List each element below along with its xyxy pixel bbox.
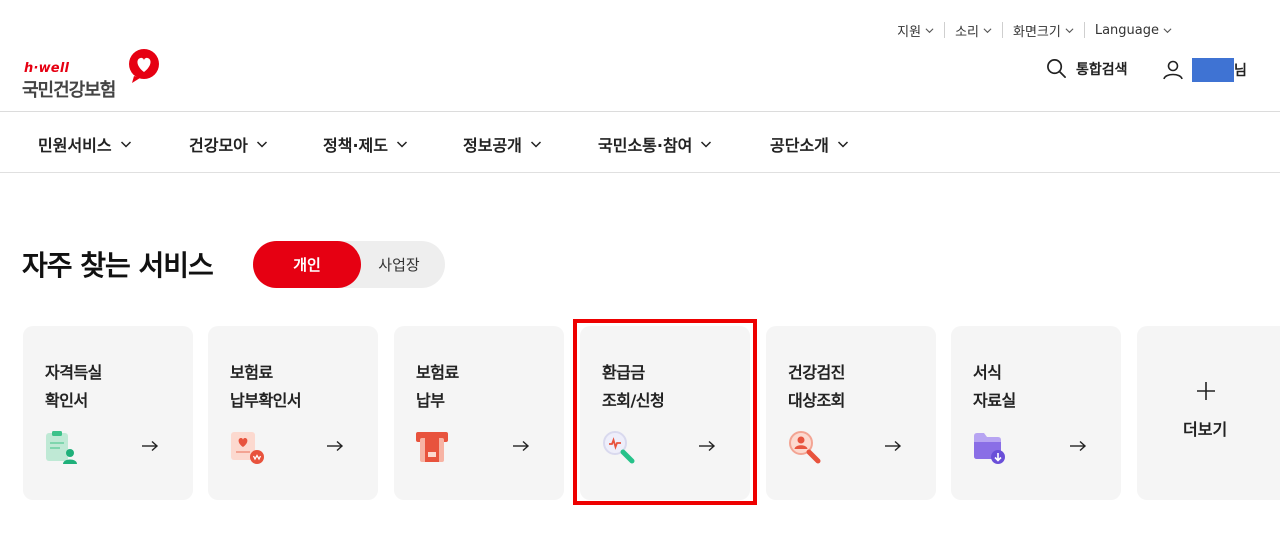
id-card-person-icon [46, 431, 77, 464]
gnb-item-health-moa[interactable]: 건강모아 [189, 132, 268, 156]
chevron-down-icon [1065, 27, 1074, 33]
service-card-qualification[interactable]: 자격득실 확인서 [23, 326, 193, 500]
chevron-down-icon [396, 141, 407, 148]
service-card-refund[interactable]: 환급금 조회/신청 [580, 326, 750, 500]
integrated-search-button[interactable]: 통합검색 [1046, 58, 1128, 79]
utility-screen-size[interactable]: 화면크기 [1002, 22, 1084, 40]
user-name-suffix: 님 [1234, 63, 1247, 79]
utility-support-label: 지원 [897, 24, 922, 40]
utility-screen-size-label: 화면크기 [1013, 24, 1061, 40]
service-card-health-checkup[interactable]: 건강검진 대상조회 [766, 326, 936, 500]
card-label-line2: 자료실 [973, 391, 1016, 410]
card-label-line1: 보험료 [230, 363, 273, 382]
card-label-line2: 조회/신청 [602, 391, 665, 410]
chevron-down-icon [530, 141, 541, 148]
gnb-item-label: 공단소개 [770, 136, 829, 155]
utility-language-label: Language [1094, 22, 1159, 38]
utility-menu: 지원 소리 화면크기 Language [887, 19, 1172, 41]
gnb-item-disclosure[interactable]: 정보공개 [463, 132, 542, 156]
arrow-right-icon [327, 440, 344, 452]
utility-support[interactable]: 지원 [887, 22, 944, 40]
gnb-item-label: 정보공개 [463, 136, 522, 155]
service-card-forms[interactable]: 서식 자료실 [951, 326, 1121, 500]
card-label-line1: 보험료 [416, 363, 459, 382]
card-label: 보험료 납부 [416, 359, 459, 415]
heart-bubble-logo-icon [129, 49, 159, 83]
logo-tagline: h·well [24, 61, 70, 76]
search-icon [1047, 59, 1066, 78]
card-label-line2: 납부 [416, 391, 445, 410]
toggle-personal[interactable]: 개인 [253, 241, 361, 288]
card-label-line1: 서식 [973, 363, 1002, 382]
user-name-redacted[interactable] [1192, 58, 1234, 82]
logo-title: 국민건강보험 [22, 80, 116, 101]
service-card-more[interactable]: 더보기 [1137, 326, 1280, 500]
user-icon[interactable] [1162, 59, 1184, 81]
service-type-toggle: 개인 사업장 [253, 241, 445, 288]
arrow-right-icon [1070, 440, 1087, 452]
arrow-right-icon [142, 440, 159, 452]
chevron-down-icon [983, 27, 992, 33]
chevron-down-icon [1163, 27, 1172, 33]
utility-language[interactable]: Language [1083, 22, 1172, 38]
gnb-item-civil-service[interactable]: 민원서비스 [38, 132, 132, 156]
card-label-line2: 대상조회 [788, 391, 845, 410]
gnb-item-label: 건강모아 [189, 136, 248, 155]
user-menu: 님 [1162, 58, 1247, 82]
gnb-item-label: 정책·제도 [323, 136, 388, 155]
card-label-line1: 자격득실 [45, 363, 102, 382]
gnb-item-label: 민원서비스 [38, 136, 112, 155]
plus-icon [1197, 382, 1215, 400]
person-search-icon [789, 431, 821, 464]
chevron-down-icon [925, 27, 934, 33]
toggle-business[interactable]: 사업장 [361, 241, 445, 288]
more-label: 더보기 [1183, 420, 1228, 439]
gnb-item-participation[interactable]: 국민소통·참여 [598, 132, 712, 156]
utility-sound[interactable]: 소리 [944, 22, 1002, 40]
folder-download-icon [974, 433, 1005, 464]
payment-card-icon [416, 432, 448, 462]
arrow-right-icon [513, 440, 530, 452]
card-label: 건강검진 대상조회 [788, 359, 845, 415]
card-label: 자격득실 확인서 [45, 359, 102, 415]
card-label: 서식 자료실 [973, 359, 1016, 415]
gnb-item-policy[interactable]: 정책·제도 [323, 132, 408, 156]
gnb-item-label: 국민소통·참여 [598, 136, 693, 155]
card-label-line1: 건강검진 [788, 363, 845, 382]
chevron-down-icon [256, 141, 267, 148]
card-label-line1: 환급금 [602, 363, 645, 382]
certificate-heart-icon [231, 432, 264, 464]
card-label-line2: 확인서 [45, 391, 88, 410]
card-label-line2: 납부확인서 [230, 391, 302, 410]
arrow-right-icon [699, 440, 716, 452]
card-label: 보험료 납부확인서 [230, 359, 302, 415]
card-label: 환급금 조회/신청 [602, 359, 665, 415]
integrated-search-label: 통합검색 [1076, 61, 1128, 78]
arrow-right-icon [885, 440, 902, 452]
main-navigation: 민원서비스 건강모아 정책·제도 정보공개 국민소통·참여 공단소개 [0, 112, 1280, 173]
service-card-premium-payment[interactable]: 보험료 납부 [394, 326, 564, 500]
refund-search-icon [603, 431, 635, 464]
utility-sound-label: 소리 [955, 24, 979, 40]
chevron-down-icon [120, 141, 131, 148]
services-title: 자주 찾는 서비스 [22, 249, 214, 282]
chevron-down-icon [701, 141, 712, 148]
site-logo[interactable]: h·well 국민건강보험 [22, 48, 164, 102]
gnb-item-about[interactable]: 공단소개 [770, 132, 849, 156]
service-card-premium-certificate[interactable]: 보험료 납부확인서 [208, 326, 378, 500]
chevron-down-icon [837, 141, 848, 148]
